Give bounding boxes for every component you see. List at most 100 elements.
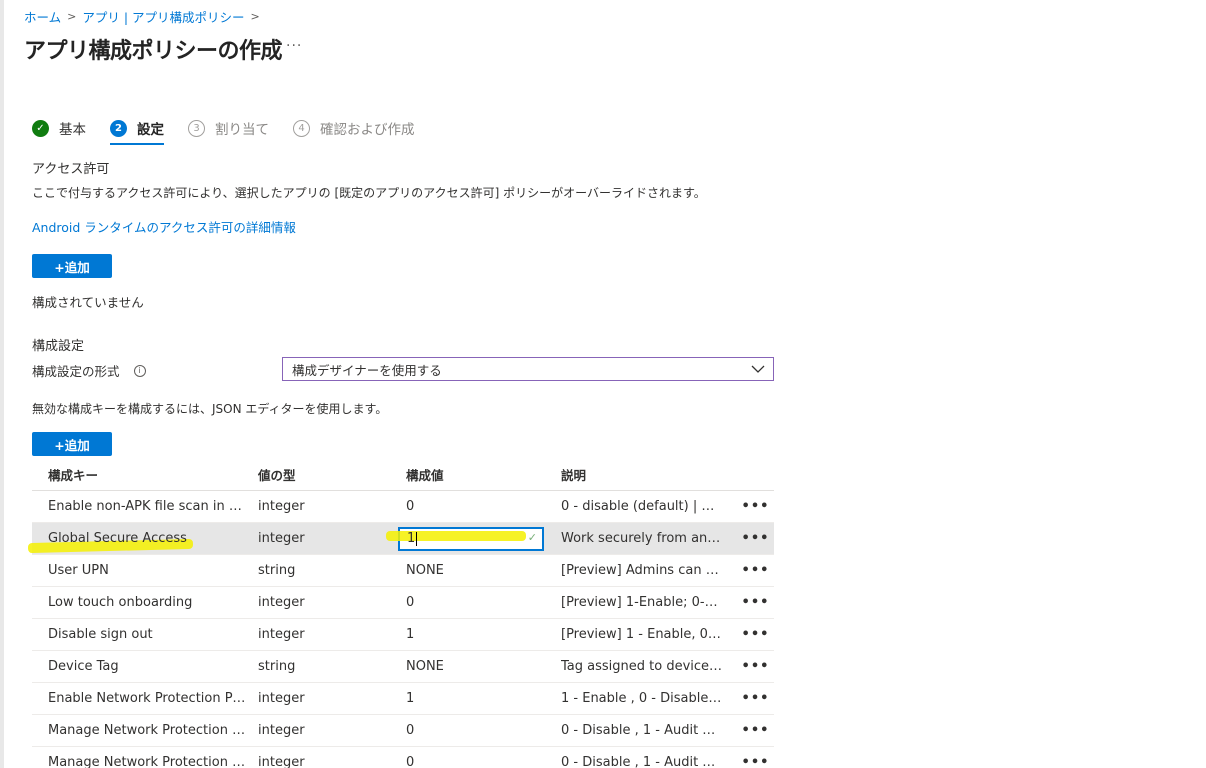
table-row[interactable]: Manage Network Protection … integer 0 0 … [32, 715, 774, 747]
page-title: アプリ構成ポリシーの作成 [24, 39, 283, 64]
row-more-button[interactable]: ••• [737, 531, 774, 546]
more-options-button[interactable]: ··· [286, 38, 302, 54]
config-key: Manage Network Protection … [48, 755, 246, 768]
table-row[interactable]: Enable Network Protection Pri… integer 1… [32, 683, 774, 715]
config-key-cell: Global Secure Access [27, 531, 258, 554]
description: Work securely from an… [561, 531, 721, 546]
config-value[interactable]: 0 [406, 755, 561, 768]
value-type: integer [258, 499, 305, 514]
table-row-selected[interactable]: Global Secure Access integer 1 ✓ Work se… [27, 523, 774, 555]
add-permission-button[interactable]: +追加 [32, 254, 112, 278]
config-title: 構成設定 [32, 339, 85, 354]
breadcrumb-apps[interactable]: アプリ | アプリ構成ポリシー [82, 7, 244, 26]
step-label: 割り当て [215, 122, 269, 138]
config-value-input[interactable]: 1 ✓ [386, 526, 544, 551]
permissions-help-link[interactable]: Android ランタイムのアクセス許可の詳細情報 [32, 217, 296, 236]
description: 1 - Enable , 0 - Disable… [561, 691, 722, 706]
left-edge [0, 0, 4, 768]
json-editor-note: 無効な構成キーを構成するには、JSON エディターを使用します。 [32, 402, 388, 416]
config-key: Enable non-APK file scan in M… [48, 499, 254, 514]
config-value[interactable]: 0 [406, 723, 561, 738]
table-row[interactable]: Device Tag string NONE Tag assigned to d… [32, 651, 774, 683]
config-value[interactable]: 1 [406, 627, 561, 642]
config-value[interactable]: 0 [406, 595, 561, 610]
config-value[interactable]: 1 [406, 691, 561, 706]
step-basics[interactable]: ✓ 基本 [32, 117, 86, 139]
column-header-key[interactable]: 構成キー [32, 465, 258, 484]
row-more-button[interactable]: ••• [737, 691, 774, 706]
breadcrumb-home[interactable]: ホーム [24, 7, 61, 26]
row-more-button[interactable]: ••• [737, 723, 774, 738]
value-type: integer [258, 595, 305, 610]
chevron-right-icon: > [67, 10, 77, 23]
table-row[interactable]: Disable sign out integer 1 [Preview] 1 -… [32, 619, 774, 651]
description: 0 - Disable , 1 - Audit … [561, 723, 716, 738]
format-select-value: 構成デザイナーを使用する [292, 362, 442, 378]
breadcrumb: ホーム > アプリ | アプリ構成ポリシー > [24, 7, 260, 26]
permissions-title: アクセス許可 [32, 162, 110, 177]
config-key: Device Tag [48, 659, 119, 674]
description: [Preview] Admins can … [561, 563, 719, 578]
text-caret [416, 531, 418, 546]
value-type: integer [258, 723, 305, 738]
value-type: integer [258, 531, 305, 546]
config-key: User UPN [48, 563, 109, 578]
checkmark-icon: ✓ [32, 119, 49, 137]
row-more-button[interactable]: ••• [737, 659, 774, 674]
row-more-button[interactable]: ••• [737, 563, 774, 578]
step-label: 設定 [137, 122, 164, 138]
permissions-description: ここで付与するアクセス許可により、選択したアプリの [既定のアプリのアクセス許可… [32, 186, 706, 200]
column-header-description[interactable]: 説明 [561, 465, 737, 484]
column-header-type[interactable]: 値の型 [258, 465, 406, 484]
description: [Preview] 1-Enable; 0-… [561, 595, 718, 610]
value-type: integer [258, 755, 305, 768]
step-label: 確認および作成 [320, 122, 415, 138]
config-value[interactable]: NONE [406, 659, 561, 674]
description: 0 - disable (default) | … [561, 499, 715, 514]
wizard-steps: ✓ 基本 2 設定 3 割り当て 4 確認および作成 [32, 117, 439, 145]
row-more-button[interactable]: ••• [737, 755, 774, 768]
table-row[interactable]: Low touch onboarding integer 0 [Preview]… [32, 587, 774, 619]
step-review-create[interactable]: 4 確認および作成 [293, 117, 415, 139]
step-number: 3 [188, 119, 205, 137]
description: 0 - Disable , 1 - Audit … [561, 755, 716, 768]
row-more-button[interactable]: ••• [737, 595, 774, 610]
add-config-button[interactable]: +追加 [32, 432, 112, 456]
config-key: Enable Network Protection Pri… [48, 691, 255, 706]
row-more-button[interactable]: ••• [737, 499, 774, 514]
config-table: 構成キー 値の型 構成値 説明 Enable non-APK file scan… [27, 459, 774, 768]
table-header: 構成キー 値の型 構成値 説明 [32, 459, 774, 491]
row-more-button[interactable]: ••• [737, 627, 774, 642]
step-number: 4 [293, 119, 310, 137]
value-type: integer [258, 691, 305, 706]
active-step-underline [110, 143, 164, 145]
step-settings[interactable]: 2 設定 [110, 117, 164, 145]
format-label-text: 構成設定の形式 [32, 364, 120, 379]
step-label: 基本 [59, 122, 86, 138]
step-number: 2 [110, 119, 127, 137]
description: [Preview] 1 - Enable, 0… [561, 627, 721, 642]
table-row[interactable]: Manage Network Protection … integer 0 0 … [32, 747, 774, 768]
format-label: 構成設定の形式 i [32, 361, 146, 380]
value-type: integer [258, 627, 305, 642]
config-key: Manage Network Protection … [48, 723, 246, 738]
config-value[interactable]: 0 [406, 499, 561, 514]
config-key: Disable sign out [48, 627, 153, 642]
format-select[interactable]: 構成デザイナーを使用する [282, 357, 774, 381]
permissions-empty-text: 構成されていません [32, 295, 144, 310]
config-value[interactable]: NONE [406, 563, 561, 578]
chevron-right-icon: > [250, 10, 260, 23]
column-header-value[interactable]: 構成値 [406, 465, 561, 484]
config-value: 1 [407, 531, 416, 546]
config-key: Low touch onboarding [48, 595, 193, 610]
config-key: Global Secure Access [48, 531, 187, 546]
table-row[interactable]: User UPN string NONE [Preview] Admins ca… [32, 555, 774, 587]
description: Tag assigned to device… [561, 659, 723, 674]
table-row[interactable]: Enable non-APK file scan in M… integer 0… [32, 491, 774, 523]
chevron-down-icon [751, 365, 765, 373]
step-assignments[interactable]: 3 割り当て [188, 117, 269, 139]
info-icon[interactable]: i [133, 364, 146, 377]
checkmark-icon: ✓ [527, 530, 537, 544]
value-type: string [258, 563, 296, 578]
value-type: string [258, 659, 296, 674]
